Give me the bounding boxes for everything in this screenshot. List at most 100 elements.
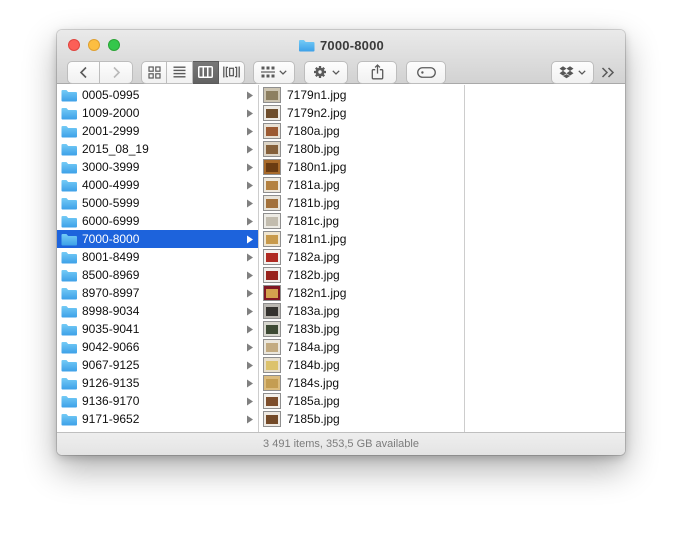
toolbar-overflow-button[interactable] xyxy=(601,66,615,78)
folder-row[interactable]: 8500-8969 xyxy=(57,266,258,284)
column-view-button[interactable] xyxy=(193,60,219,84)
traffic-lights xyxy=(68,39,120,51)
list-view-button[interactable] xyxy=(167,60,193,84)
disclosure-triangle-icon xyxy=(247,415,253,424)
blue-folder-icon xyxy=(61,269,77,281)
blue-folder-icon xyxy=(61,125,77,137)
image-thumbnail xyxy=(263,285,281,301)
folder-row[interactable]: 2001-2999 xyxy=(57,122,258,140)
folder-row[interactable]: 9136-9170 xyxy=(57,392,258,410)
folder-row[interactable]: 8998-9034 xyxy=(57,302,258,320)
arrange-button[interactable] xyxy=(253,60,295,84)
file-name: 7185a.jpg xyxy=(287,394,340,408)
file-name: 7183a.jpg xyxy=(287,304,340,318)
file-row[interactable]: 7180a.jpg xyxy=(259,122,464,140)
file-name: 7181a.jpg xyxy=(287,178,340,192)
file-row[interactable]: 7184b.jpg xyxy=(259,356,464,374)
file-row[interactable]: 7185b.jpg xyxy=(259,410,464,428)
disclosure-triangle-icon xyxy=(247,145,253,154)
file-row[interactable]: 7182n1.jpg xyxy=(259,284,464,302)
image-thumbnail xyxy=(263,231,281,247)
blue-folder-icon xyxy=(61,233,77,245)
blue-folder-icon xyxy=(299,40,315,52)
double-chevron-right-icon xyxy=(601,66,615,78)
folder-name: 8998-9034 xyxy=(82,304,140,318)
file-row[interactable]: 7179n2.jpg xyxy=(259,104,464,122)
folder-row[interactable]: 3000-3999 xyxy=(57,158,258,176)
file-row[interactable]: 7181a.jpg xyxy=(259,176,464,194)
folder-row[interactable]: 9067-9125 xyxy=(57,356,258,374)
file-row[interactable]: 7182a.jpg xyxy=(259,248,464,266)
forward-button[interactable] xyxy=(100,60,133,84)
disclosure-triangle-icon xyxy=(247,325,253,334)
window-title: 7000-8000 xyxy=(320,38,384,53)
titlebar: 7000-8000 xyxy=(57,30,625,58)
file-row[interactable]: 7181n1.jpg xyxy=(259,230,464,248)
file-row[interactable]: 7183b.jpg xyxy=(259,320,464,338)
blue-folder-icon xyxy=(61,287,77,299)
window-header: 7000-8000 xyxy=(57,30,625,84)
tag-button[interactable] xyxy=(406,60,446,84)
disclosure-triangle-icon xyxy=(247,199,253,208)
folder-row[interactable]: 1009-2000 xyxy=(57,104,258,122)
folder-row[interactable]: 9126-9135 xyxy=(57,374,258,392)
folder-row[interactable]: 6000-6999 xyxy=(57,212,258,230)
gear-icon xyxy=(314,66,326,78)
back-button[interactable] xyxy=(67,60,100,84)
folder-name: 8970-8997 xyxy=(82,286,140,300)
disclosure-triangle-icon xyxy=(247,397,253,406)
folder-row[interactable]: 8970-8997 xyxy=(57,284,258,302)
file-row[interactable]: 7181c.jpg xyxy=(259,212,464,230)
arrange-grid-icon xyxy=(261,66,275,78)
folder-row[interactable]: 9042-9066 xyxy=(57,338,258,356)
minimize-button[interactable] xyxy=(88,39,100,51)
folder-row[interactable]: 8001-8499 xyxy=(57,248,258,266)
zoom-button[interactable] xyxy=(108,39,120,51)
action-button[interactable] xyxy=(304,60,348,84)
coverflow-view-button[interactable] xyxy=(219,60,245,84)
disclosure-triangle-icon xyxy=(247,271,253,280)
folder-row[interactable]: 9171-9652 xyxy=(57,410,258,428)
folder-row[interactable]: 0005-0995 xyxy=(57,86,258,104)
blue-folder-icon xyxy=(61,89,77,101)
icon-view-button[interactable] xyxy=(141,60,167,84)
file-row[interactable]: 7179n1.jpg xyxy=(259,86,464,104)
file-row[interactable]: 7180n1.jpg xyxy=(259,158,464,176)
folder-row[interactable]: 4000-4999 xyxy=(57,176,258,194)
folder-name: 9136-9170 xyxy=(82,394,140,408)
image-thumbnail xyxy=(263,177,281,193)
file-row[interactable]: 7180b.jpg xyxy=(259,140,464,158)
disclosure-triangle-icon xyxy=(247,343,253,352)
file-row[interactable]: 7184s.jpg xyxy=(259,374,464,392)
close-button[interactable] xyxy=(68,39,80,51)
folder-row[interactable]: 2015_08_19 xyxy=(57,140,258,158)
file-name: 7179n2.jpg xyxy=(287,106,347,120)
file-row[interactable]: 7182b.jpg xyxy=(259,266,464,284)
share-button[interactable] xyxy=(357,60,397,84)
blue-folder-icon xyxy=(61,179,77,191)
disclosure-triangle-icon xyxy=(247,163,253,172)
file-name: 7180n1.jpg xyxy=(287,160,347,174)
file-name: 7181c.jpg xyxy=(287,214,340,228)
dropbox-button[interactable] xyxy=(551,60,594,84)
image-thumbnail xyxy=(263,249,281,265)
folder-row[interactable]: 9035-9041 xyxy=(57,320,258,338)
status-text: 3 491 items, 353,5 GB available xyxy=(263,438,419,450)
file-row[interactable]: 7181b.jpg xyxy=(259,194,464,212)
image-thumbnail xyxy=(263,141,281,157)
preview-column xyxy=(465,85,625,432)
file-row[interactable]: 7184a.jpg xyxy=(259,338,464,356)
columns-icon xyxy=(198,66,213,78)
folder-row[interactable]: 5000-5999 xyxy=(57,194,258,212)
file-column: 7179n1.jpg 7179n2.jpg 7180a.jpg 7180b.jp… xyxy=(259,85,465,432)
disclosure-triangle-icon xyxy=(247,361,253,370)
file-row[interactable]: 7183a.jpg xyxy=(259,302,464,320)
image-thumbnail xyxy=(263,339,281,355)
list-lines-icon xyxy=(173,66,186,78)
chevron-down-icon xyxy=(332,69,340,75)
folder-row[interactable]: 7000-8000 xyxy=(57,230,258,248)
file-row[interactable]: 7185a.jpg xyxy=(259,392,464,410)
disclosure-triangle-icon xyxy=(247,217,253,226)
image-thumbnail xyxy=(263,321,281,337)
blue-folder-icon xyxy=(61,251,77,263)
